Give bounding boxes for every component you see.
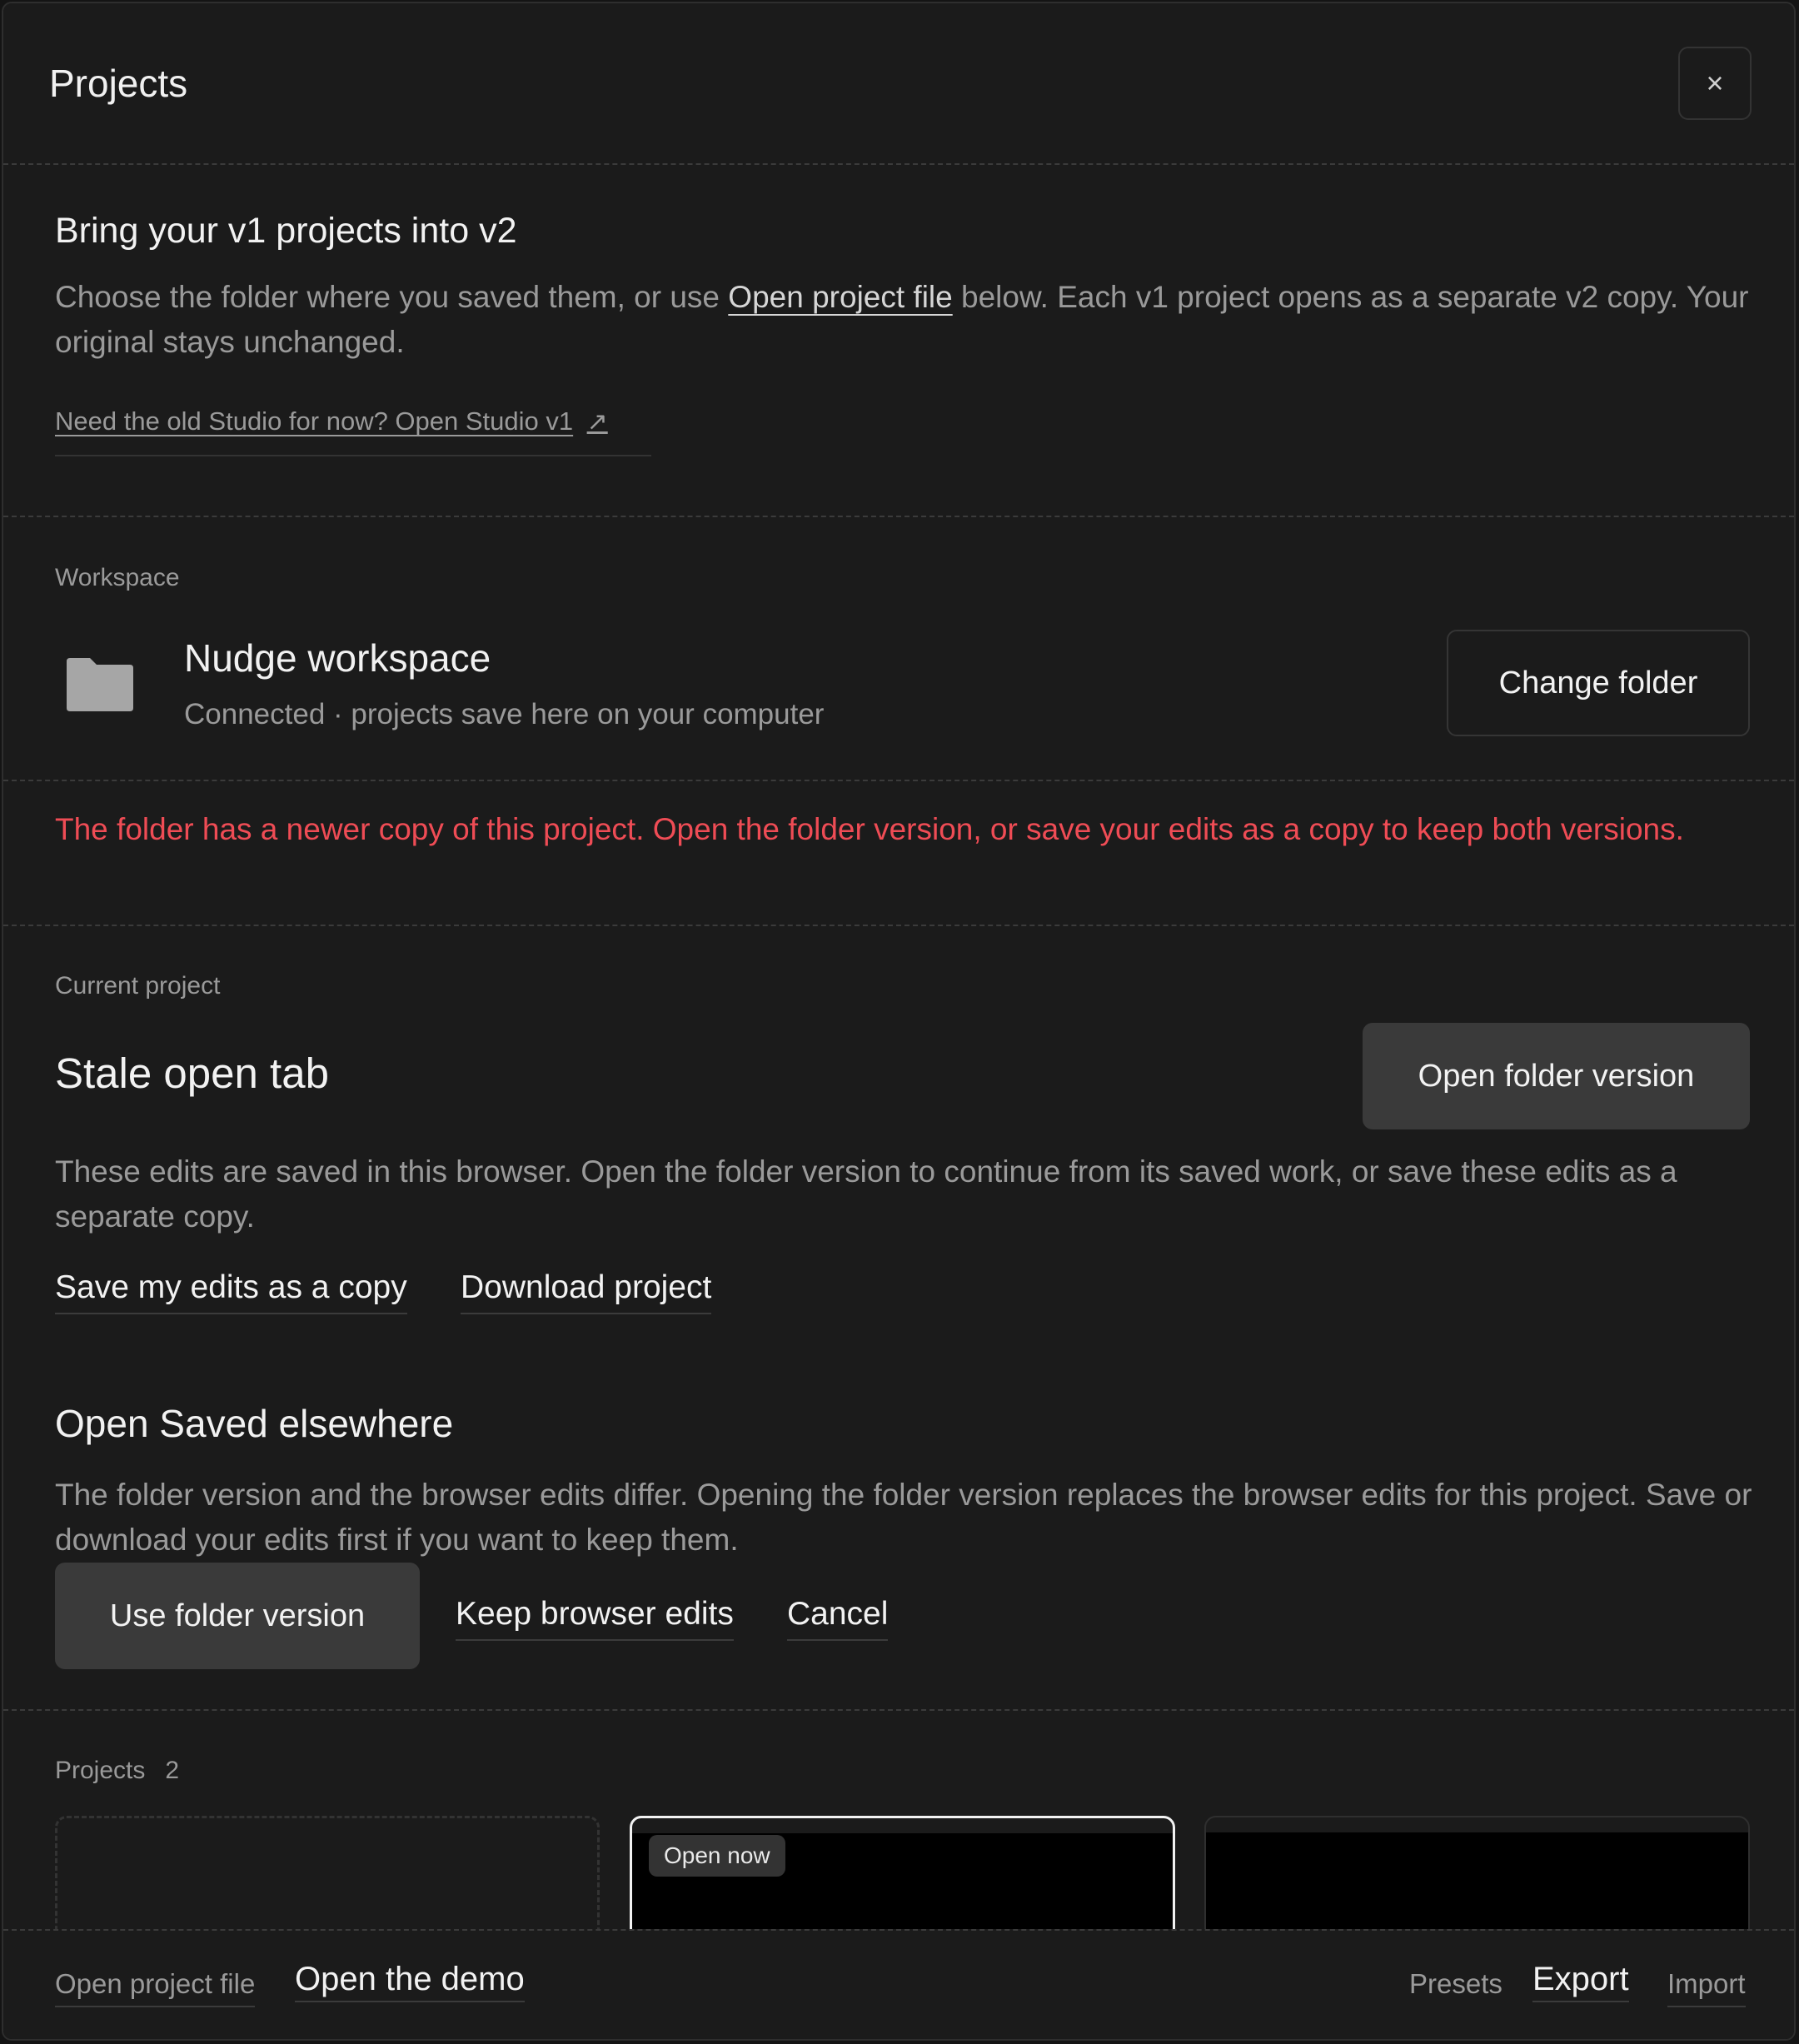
open-studio-v1-link[interactable]: Need the old Studio for now? Open Studio… <box>55 406 651 456</box>
use-folder-version-button[interactable]: Use folder version <box>55 1563 420 1669</box>
close-icon: × <box>1706 66 1724 100</box>
migrate-heading: Bring your v1 projects into v2 <box>55 211 517 251</box>
workspace-name: Nudge workspace <box>184 636 491 680</box>
divider <box>3 163 1794 165</box>
footer-bar: Open project file Open the demo Presets … <box>3 1929 1794 2039</box>
workspace-label: Workspace <box>55 564 180 591</box>
divider <box>3 780 1794 781</box>
folder-icon <box>67 658 133 711</box>
workspace-status: Connected · projects save here on your c… <box>184 698 825 730</box>
export-button[interactable]: Export <box>1532 1961 1629 2002</box>
current-project-description: These edits are saved in this browser. O… <box>55 1154 1677 1234</box>
divider <box>3 925 1794 926</box>
open-folder-version-button[interactable]: Open folder version <box>1363 1023 1750 1129</box>
close-button[interactable]: × <box>1678 47 1752 120</box>
projects-label: Projects 2 <box>55 1757 180 1784</box>
import-button[interactable]: Import <box>1667 1966 1746 2007</box>
dialog-title: Projects <box>49 62 188 105</box>
external-link-icon: ↗ <box>586 408 608 436</box>
saved-elsewhere-description: The folder version and the browser edits… <box>55 1478 1752 1557</box>
newer-copy-warning: The folder has a newer copy of this proj… <box>55 812 1684 846</box>
current-project-label: Current project <box>55 972 221 1000</box>
presets-button[interactable]: Presets <box>1409 1966 1502 2006</box>
migrate-description: Choose the folder where you saved them, … <box>55 280 1749 359</box>
open-project-file-button[interactable]: Open project file <box>55 1966 256 2007</box>
saved-elsewhere-heading: Open Saved elsewhere <box>55 1402 454 1445</box>
download-project-link[interactable]: Download project <box>461 1266 712 1314</box>
open-project-file-link[interactable]: Open project file <box>728 280 952 314</box>
divider <box>3 516 1794 517</box>
current-project-name: Stale open tab <box>55 1049 329 1097</box>
keep-browser-edits-link[interactable]: Keep browser edits <box>456 1593 734 1641</box>
projects-count: 2 <box>165 1757 180 1784</box>
save-edits-copy-link[interactable]: Save my edits as a copy <box>55 1266 407 1314</box>
cancel-link[interactable]: Cancel <box>787 1593 889 1641</box>
projects-dialog: Projects × Bring your v1 projects into v… <box>2 2 1796 2041</box>
divider <box>3 1709 1794 1711</box>
open-now-badge: Open now <box>649 1835 785 1877</box>
open-demo-button[interactable]: Open the demo <box>295 1961 525 2002</box>
change-folder-button[interactable]: Change folder <box>1447 630 1750 736</box>
